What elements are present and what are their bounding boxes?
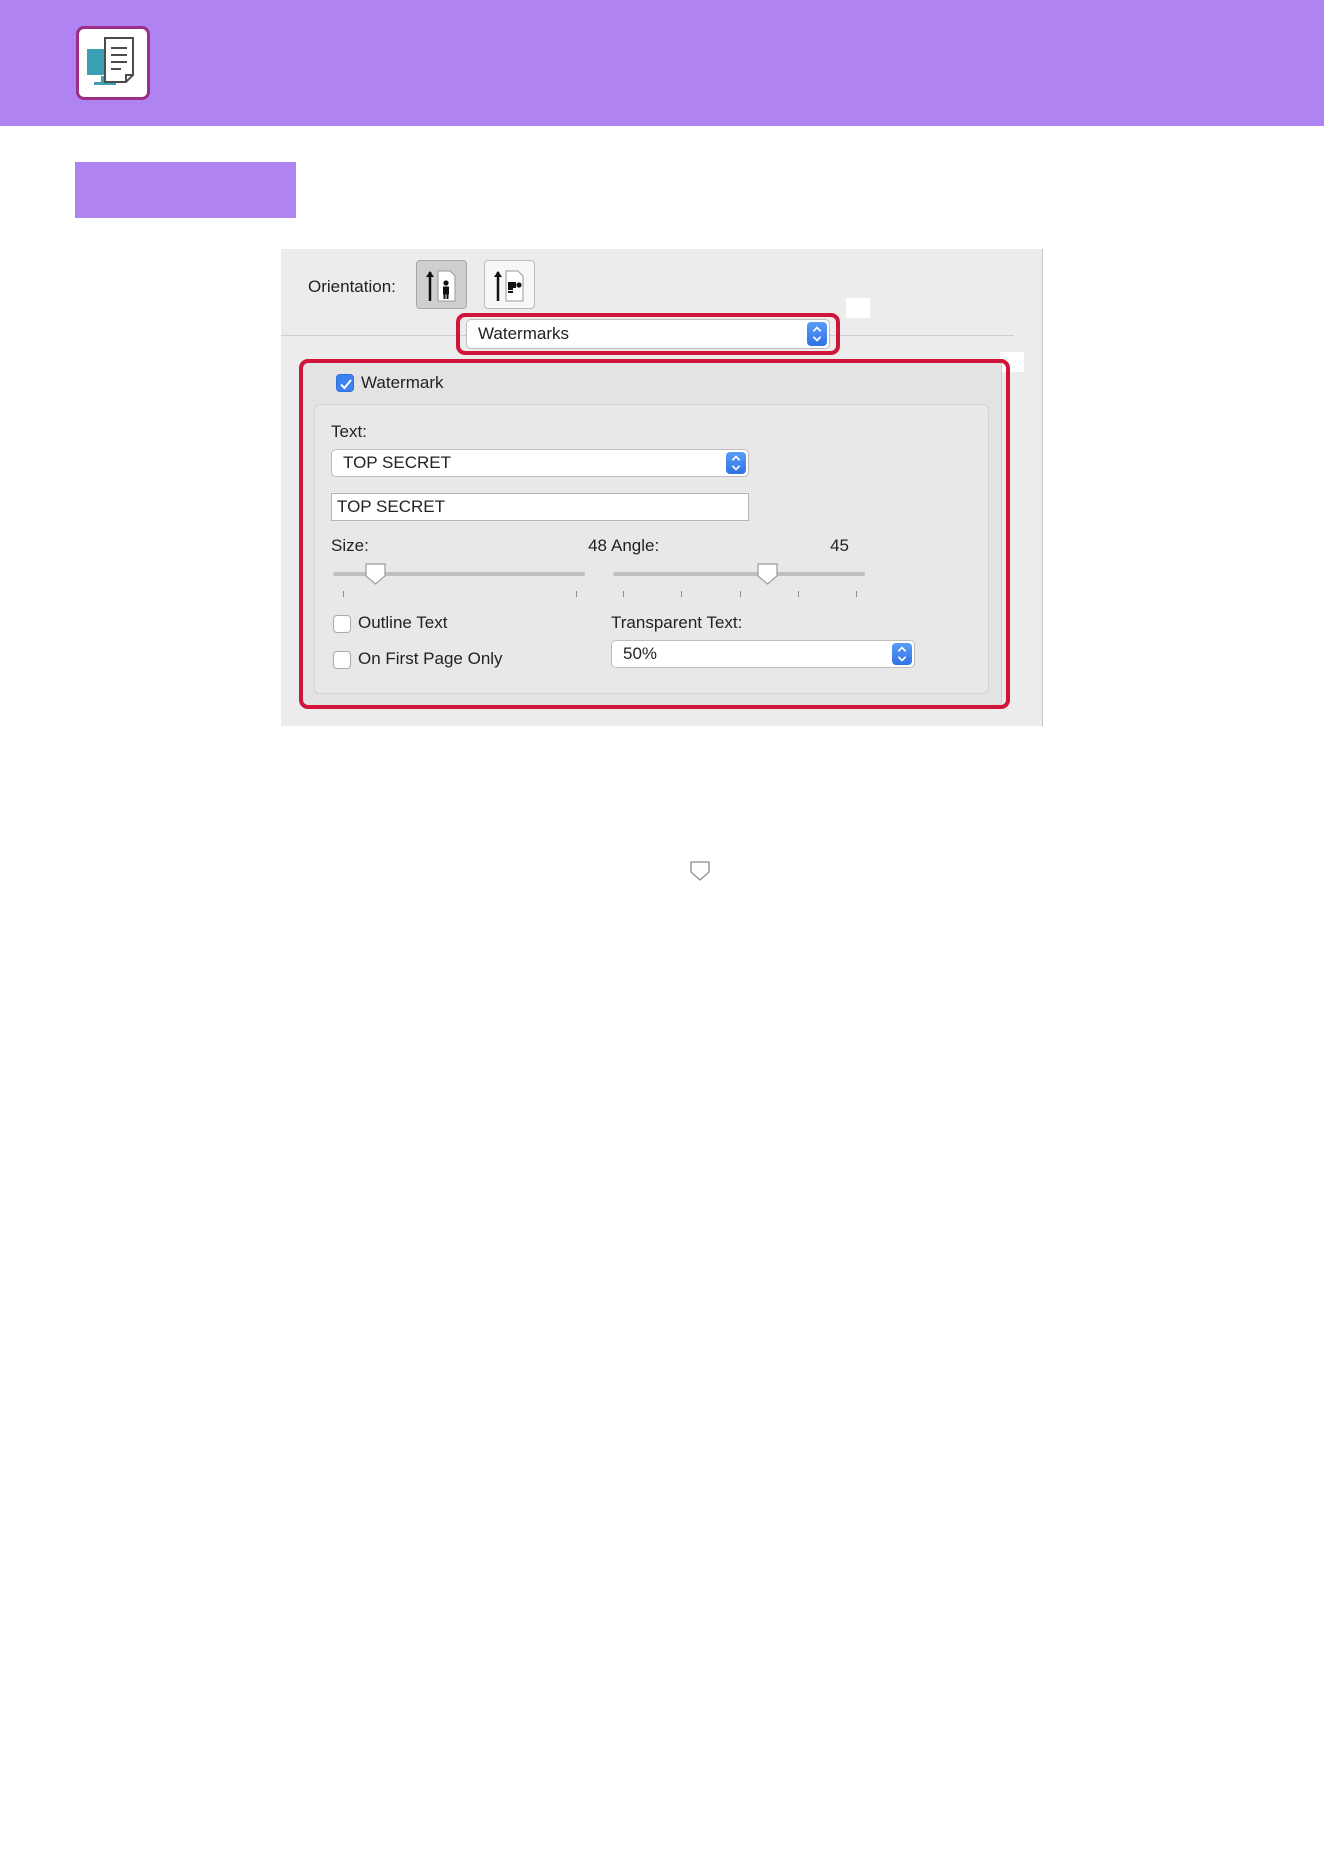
portrait-orientation-button[interactable] bbox=[416, 260, 467, 309]
header-band bbox=[0, 0, 1324, 126]
landscape-orientation-icon bbox=[494, 270, 524, 302]
panel-select-value: Watermarks bbox=[478, 324, 569, 343]
shield-outline-icon bbox=[690, 861, 710, 881]
print-dialog: Orientation: Watermarks Watermark Text: … bbox=[281, 249, 1043, 726]
highlight-frame bbox=[299, 359, 1010, 709]
section-tab bbox=[75, 162, 296, 218]
orientation-label: Orientation: bbox=[308, 277, 396, 296]
callout-marker bbox=[846, 298, 870, 318]
document-monitor-icon bbox=[76, 26, 150, 100]
select-stepper-icon bbox=[807, 322, 827, 346]
panel-select[interactable]: Watermarks bbox=[466, 319, 830, 349]
landscape-orientation-button[interactable] bbox=[484, 260, 535, 309]
portrait-orientation-icon bbox=[426, 270, 456, 302]
